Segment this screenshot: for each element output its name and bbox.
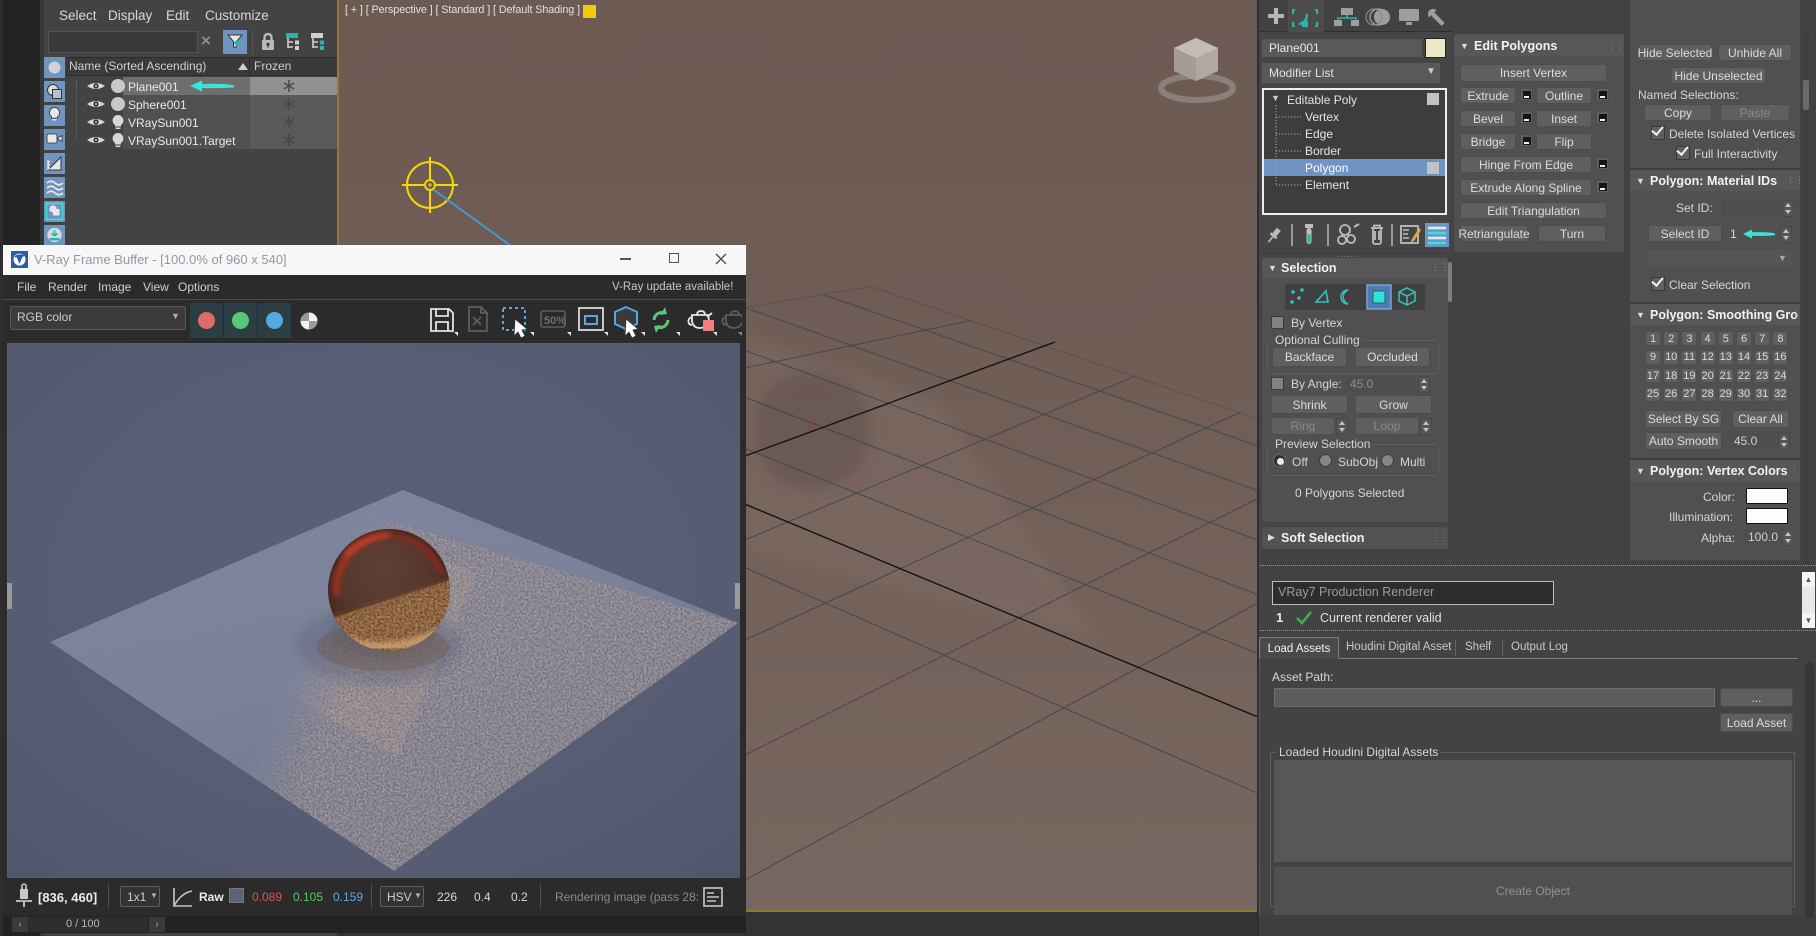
svg-text:50%: 50% xyxy=(544,315,566,327)
